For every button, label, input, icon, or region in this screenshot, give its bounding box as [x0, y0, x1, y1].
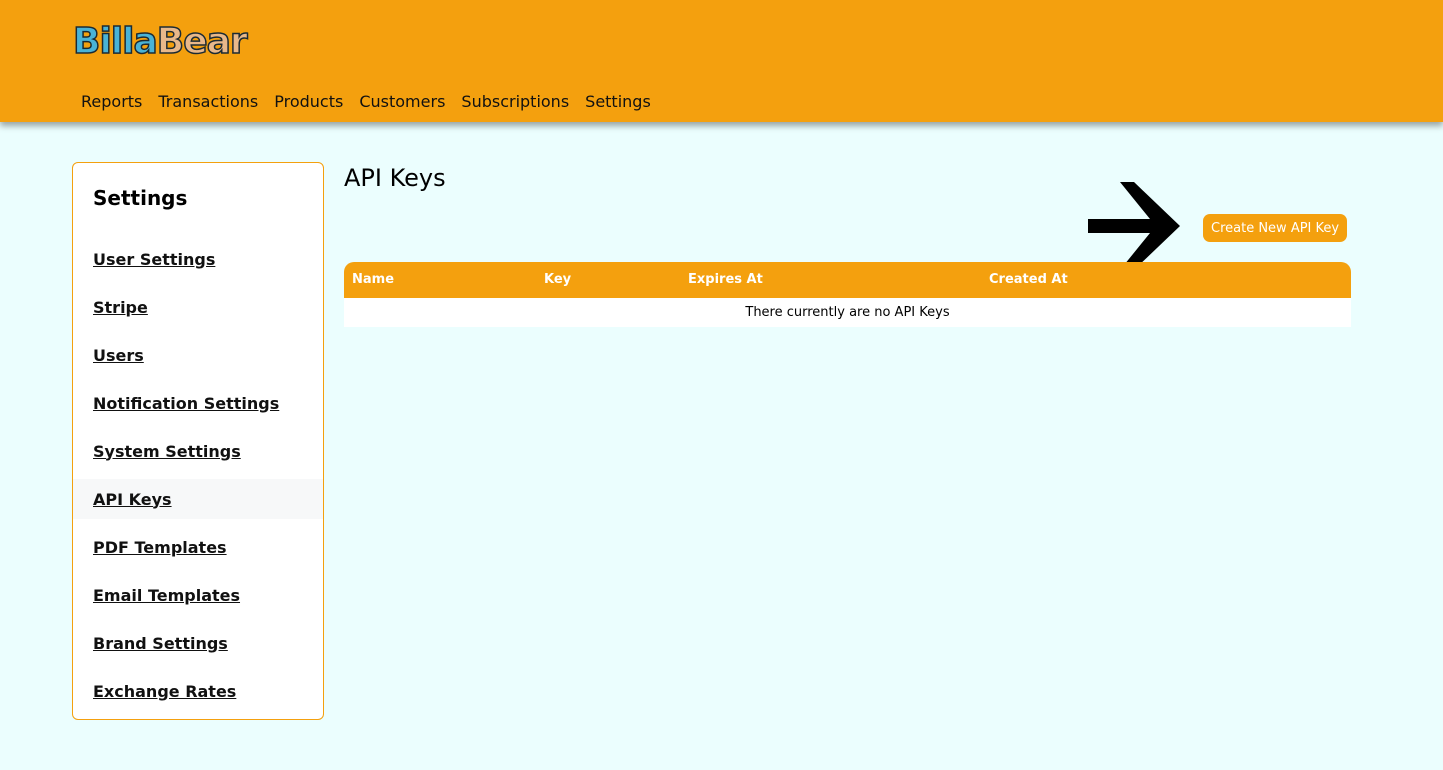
- column-header-name: Name: [352, 272, 395, 287]
- logo-text-bear: Bear: [156, 20, 248, 63]
- sidebar-item-stripe[interactable]: Stripe: [73, 287, 323, 327]
- sidebar-item-label: System Settings: [93, 441, 241, 461]
- sidebar-item-label: PDF Templates: [93, 537, 227, 557]
- table-header: Name Key Expires At Created At: [344, 262, 1351, 298]
- nav-transactions[interactable]: Transactions: [150, 90, 266, 114]
- sidebar-item-notification-settings[interactable]: Notification Settings: [73, 383, 323, 423]
- sidebar-item-label: Brand Settings: [93, 633, 228, 653]
- sidebar-item-user-settings[interactable]: User Settings: [73, 239, 323, 279]
- api-keys-table: Name Key Expires At Created At There cur…: [344, 262, 1351, 327]
- nav-settings[interactable]: Settings: [577, 90, 659, 114]
- sidebar-item-exchange-rates[interactable]: Exchange Rates: [73, 671, 323, 711]
- nav-customers[interactable]: Customers: [351, 90, 453, 114]
- empty-table-message: There currently are no API Keys: [344, 298, 1351, 327]
- sidebar-item-label: Exchange Rates: [93, 681, 237, 701]
- sidebar-item-email-templates[interactable]: Email Templates: [73, 575, 323, 615]
- column-header-created-at: Created At: [989, 272, 1068, 287]
- column-header-expires-at: Expires At: [688, 272, 763, 287]
- create-new-api-key-button[interactable]: Create New API Key: [1203, 214, 1348, 242]
- settings-sidebar: Settings User Settings Stripe Users Noti…: [72, 162, 324, 720]
- sidebar-item-brand-settings[interactable]: Brand Settings: [73, 623, 323, 663]
- sidebar-item-label: Notification Settings: [93, 393, 280, 413]
- sidebar-title: Settings: [93, 186, 188, 210]
- sidebar-item-label: API Keys: [93, 489, 172, 509]
- nav-subscriptions[interactable]: Subscriptions: [453, 90, 577, 114]
- nav-products[interactable]: Products: [266, 90, 351, 114]
- sidebar-item-label: Users: [93, 345, 144, 365]
- sidebar-item-label: Email Templates: [93, 585, 241, 605]
- sidebar-item-label: Stripe: [93, 297, 148, 317]
- column-header-key: Key: [544, 272, 572, 287]
- sidebar-item-api-keys[interactable]: API Keys: [73, 479, 323, 519]
- page-title: API Keys: [344, 164, 446, 192]
- billabear-logo[interactable]: BillaBear: [72, 20, 248, 64]
- sidebar-item-users[interactable]: Users: [73, 335, 323, 375]
- sidebar-item-system-settings[interactable]: System Settings: [73, 431, 323, 471]
- logo-text-billa: Billa: [72, 20, 158, 63]
- top-header: BillaBear Reports Transactions Products …: [0, 0, 1443, 122]
- sidebar-item-label: User Settings: [93, 249, 216, 269]
- nav-reports[interactable]: Reports: [73, 90, 150, 114]
- main-nav: Reports Transactions Products Customers …: [73, 90, 659, 114]
- arrow-right-icon: [1088, 182, 1180, 270]
- sidebar-item-pdf-templates[interactable]: PDF Templates: [73, 527, 323, 567]
